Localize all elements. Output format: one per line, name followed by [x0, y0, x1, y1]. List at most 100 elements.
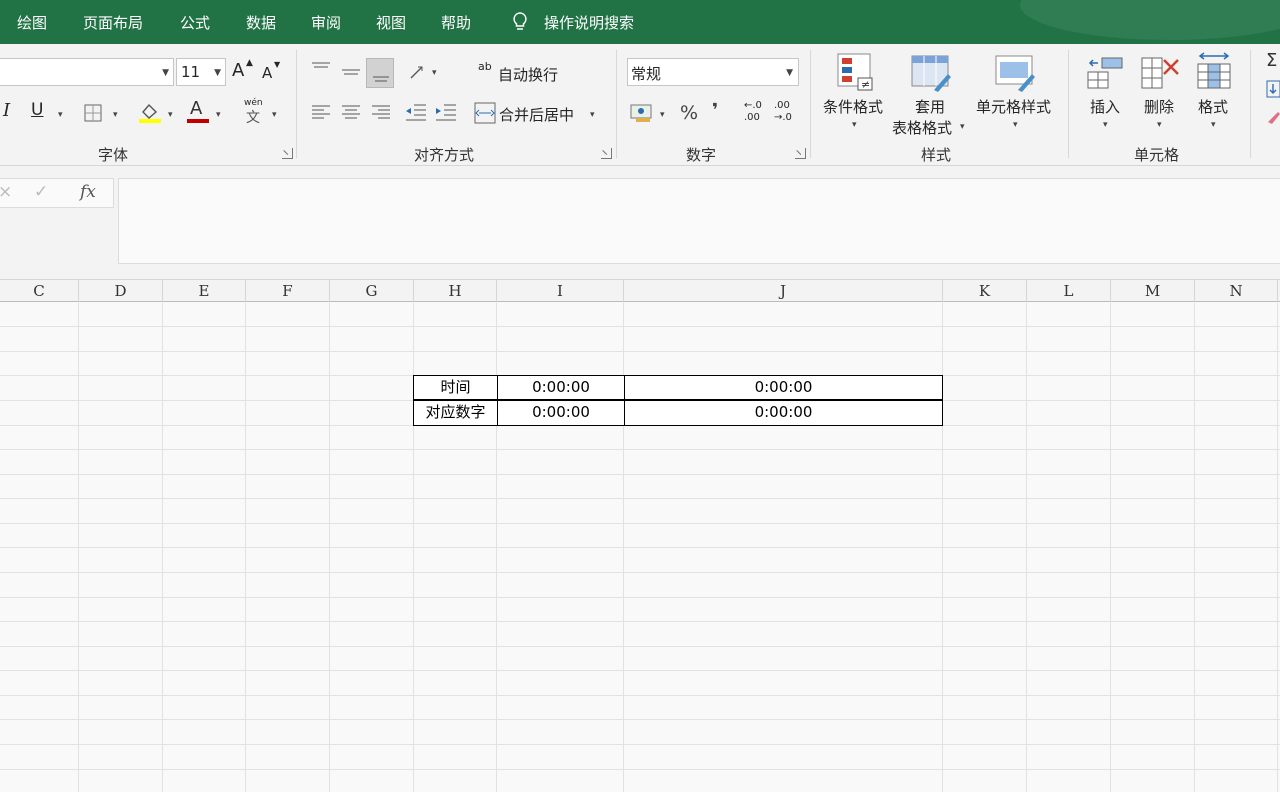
align-bottom-button[interactable]	[366, 58, 394, 88]
number-dialog-launcher[interactable]	[795, 148, 806, 159]
cell-j5[interactable]: 0:00:00	[624, 400, 943, 426]
cell-styles-icon[interactable]	[994, 52, 1036, 94]
cell-i4[interactable]: 0:00:00	[497, 375, 625, 400]
column-header-i[interactable]: I	[497, 280, 624, 302]
conditional-formatting-icon[interactable]: ≠	[836, 52, 876, 92]
column-header-f[interactable]: F	[246, 280, 330, 302]
cell-styles-button[interactable]: 单元格样式	[976, 96, 1051, 117]
chevron-down-icon[interactable]: ▾	[113, 110, 118, 120]
fill-icon[interactable]	[1266, 80, 1280, 98]
cell-h5[interactable]: 对应数字	[413, 400, 498, 426]
chevron-down-icon[interactable]: ▾	[216, 110, 221, 120]
decrease-font-size-button[interactable]: A ▼	[262, 60, 284, 86]
lightbulb-icon[interactable]	[510, 11, 530, 33]
chevron-down-icon[interactable]: ▾	[272, 110, 277, 120]
chevron-down-icon[interactable]: ▾	[1103, 120, 1108, 130]
group-separator	[1068, 50, 1069, 158]
format-as-table-icon[interactable]	[910, 52, 952, 94]
tab-view[interactable]: 视图	[376, 13, 406, 33]
chevron-down-icon[interactable]: ▾	[168, 110, 173, 120]
chevron-down-icon[interactable]: ▾	[852, 120, 857, 130]
column-header-c[interactable]: C	[0, 280, 79, 302]
font-dialog-launcher[interactable]	[282, 148, 293, 159]
column-header-g[interactable]: G	[330, 280, 414, 302]
formula-input[interactable]	[118, 178, 1280, 264]
cell-h4[interactable]: 时间	[413, 375, 498, 400]
chevron-down-icon[interactable]: ▾	[432, 68, 437, 78]
clear-icon[interactable]	[1266, 108, 1280, 126]
borders-icon[interactable]	[84, 104, 102, 122]
comma-style-button[interactable]: ❜	[712, 100, 718, 121]
font-size-dropdown[interactable]: 11 ▼	[176, 58, 226, 86]
percent-style-button[interactable]: %	[680, 102, 698, 124]
increase-indent-icon[interactable]	[434, 102, 458, 124]
merge-center-button[interactable]: 合并后居中	[499, 104, 574, 125]
chevron-down-icon[interactable]: ▾	[1157, 120, 1162, 130]
chevron-down-icon[interactable]: ▾	[590, 110, 595, 120]
font-name-dropdown[interactable]: ▼	[0, 58, 174, 86]
font-color-button[interactable]: A	[186, 98, 210, 124]
column-header-h[interactable]: H	[414, 280, 497, 302]
conditional-formatting-button[interactable]: 条件格式	[823, 96, 883, 117]
tab-data[interactable]: 数据	[246, 13, 276, 33]
format-button[interactable]: 格式	[1198, 96, 1228, 117]
wrap-text-button[interactable]: 自动换行	[498, 64, 558, 85]
font-group-label: 字体	[98, 146, 129, 164]
chevron-down-icon[interactable]: ▾	[960, 122, 965, 132]
gridline	[0, 769, 1280, 770]
insert-function-button[interactable]: fx	[80, 182, 96, 202]
align-left-icon[interactable]	[310, 104, 332, 122]
column-header-e[interactable]: E	[163, 280, 246, 302]
tab-formulas[interactable]: 公式	[180, 13, 210, 33]
italic-button[interactable]: I	[3, 100, 10, 121]
chevron-down-icon[interactable]: ▾	[1211, 120, 1216, 130]
number-format-dropdown[interactable]: 常规 ▼	[627, 58, 799, 86]
insert-cells-icon[interactable]	[1086, 52, 1126, 92]
chevron-down-icon[interactable]: ▾	[660, 110, 665, 120]
chevron-down-icon[interactable]: ▾	[1013, 120, 1018, 130]
align-middle-icon[interactable]	[340, 66, 362, 80]
delete-cells-icon[interactable]	[1140, 52, 1182, 92]
gridline	[0, 744, 1280, 745]
accounting-format-icon[interactable]	[630, 102, 654, 124]
column-header-l[interactable]: L	[1027, 280, 1111, 302]
increase-font-size-button[interactable]: A ▲	[232, 58, 254, 84]
column-header-k[interactable]: K	[943, 280, 1027, 302]
underline-button[interactable]: U	[31, 100, 43, 120]
tab-help[interactable]: 帮助	[441, 13, 471, 33]
worksheet-grid[interactable]: 时间 0:00:00 0:00:00 对应数字 0:00:00 0:00:00	[0, 302, 1280, 792]
cancel-icon[interactable]: ×	[0, 182, 12, 202]
gridline	[0, 498, 1280, 499]
autosum-icon[interactable]: Σ	[1266, 50, 1277, 71]
align-center-icon[interactable]	[340, 104, 362, 122]
orientation-icon[interactable]	[408, 64, 428, 82]
decrease-decimal-button[interactable]: .00 →.0	[774, 100, 798, 126]
fill-color-icon[interactable]	[138, 100, 162, 124]
gridline	[0, 474, 1280, 475]
phonetic-guide-button[interactable]: wén 文	[243, 98, 265, 126]
column-header-n[interactable]: N	[1195, 280, 1278, 302]
format-as-table-button[interactable]: 表格格式	[892, 117, 952, 138]
tab-review[interactable]: 审阅	[311, 13, 341, 33]
insert-button[interactable]: 插入	[1090, 96, 1120, 117]
column-header-j[interactable]: J	[624, 280, 943, 302]
cell-j4[interactable]: 0:00:00	[624, 375, 943, 400]
alignment-dialog-launcher[interactable]	[601, 148, 612, 159]
align-top-icon[interactable]	[310, 62, 332, 76]
delete-button[interactable]: 删除	[1144, 96, 1174, 117]
cell-i5[interactable]: 0:00:00	[497, 400, 625, 426]
chevron-down-icon[interactable]: ▾	[58, 110, 63, 120]
decrease-indent-icon[interactable]	[404, 102, 428, 124]
gridline	[0, 646, 1280, 647]
increase-decimal-button[interactable]: ←.0 .00	[744, 100, 768, 126]
check-icon[interactable]: ✓	[34, 182, 48, 202]
format-cells-icon[interactable]	[1194, 50, 1234, 92]
column-header-d[interactable]: D	[79, 280, 163, 302]
column-header-m[interactable]: M	[1111, 280, 1195, 302]
tab-page-layout[interactable]: 页面布局	[83, 13, 143, 33]
tab-draw[interactable]: 绘图	[17, 13, 47, 33]
merge-center-icon[interactable]	[474, 102, 496, 124]
format-as-table-top[interactable]: 套用	[915, 96, 945, 117]
tell-me-search[interactable]: 操作说明搜索	[544, 13, 634, 33]
align-right-icon[interactable]	[370, 104, 392, 122]
